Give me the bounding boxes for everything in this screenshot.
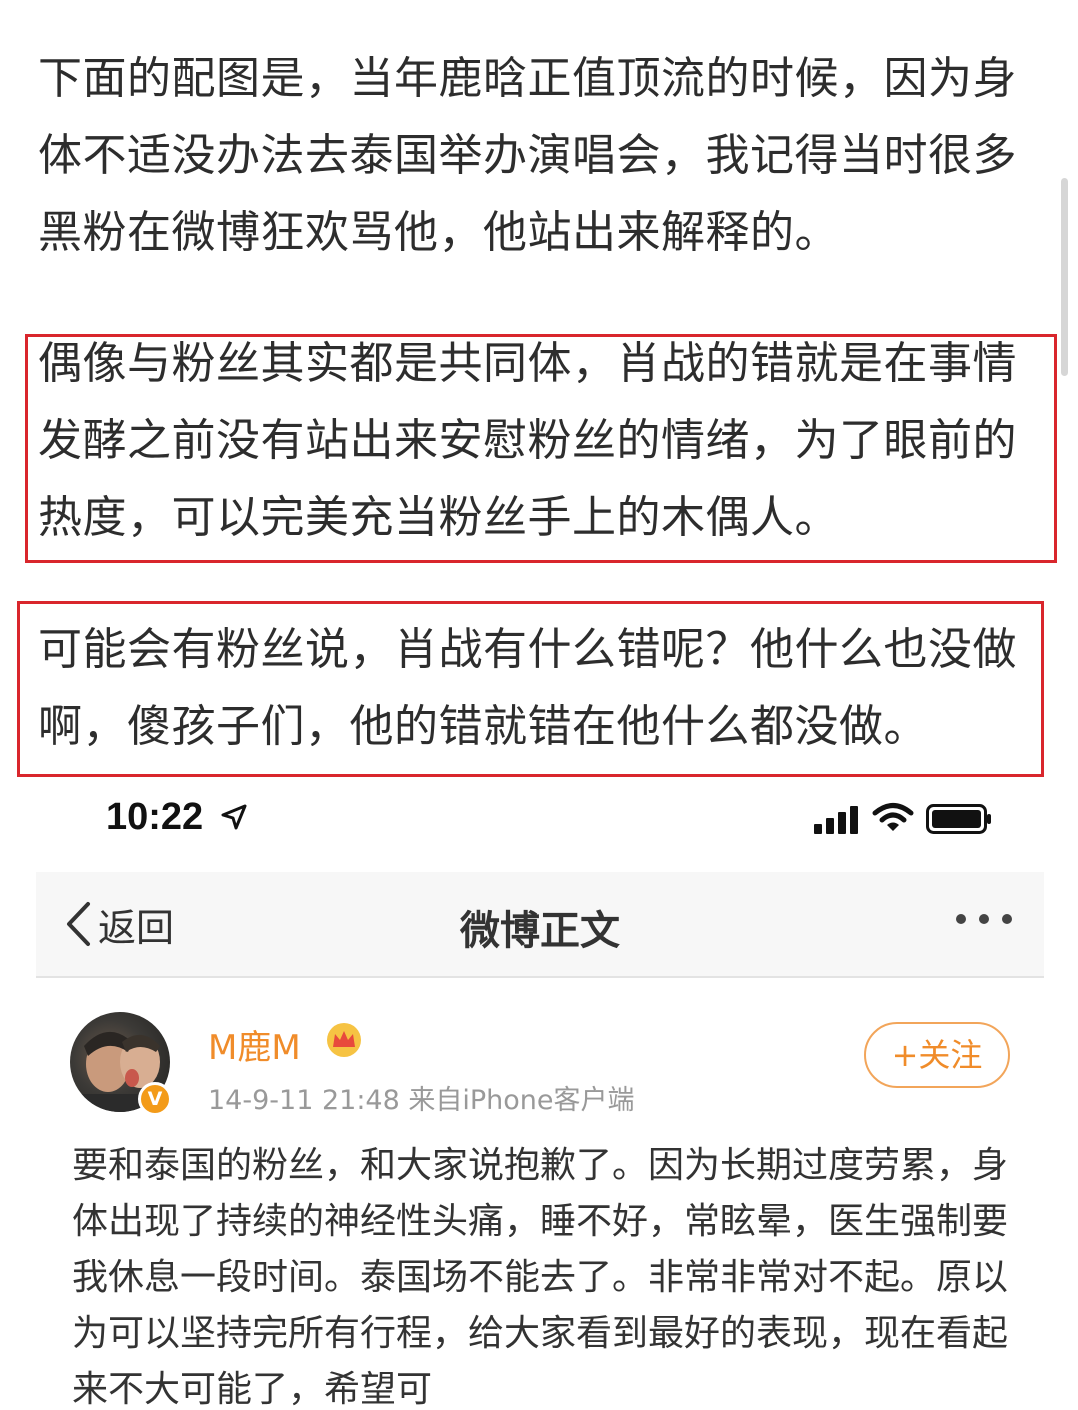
nav-bar: 返回 微博正文 [36,872,1044,978]
highlighted-paragraph-2: 可能会有粉丝说，肖战有什么错呢？他什么也没做啊，傻孩子们，他的错就错在他什么都没… [38,624,1017,752]
follow-button[interactable]: +关注 [864,1022,1010,1088]
highlighted-paragraph-1: 偶像与粉丝其实都是共同体，肖战的错就是在事情发酵之前没有站出来安慰粉丝的情绪，为… [38,338,1017,543]
verified-badge: V [138,1082,172,1116]
post-body: 要和泰国的粉丝，和大家说抱歉了。因为长期过度劳累，身体出现了持续的神经性头痛，睡… [72,1145,1009,1410]
post-meta: 14-9-11 21:48 来自iPhone客户端 [208,1085,635,1116]
crown-icon [327,1023,361,1057]
intro-paragraph: 下面的配图是，当年鹿晗正值顶流的时候，因为身体不适没办法去泰国举办演唱会，我记得… [38,53,1017,258]
scrollbar[interactable] [1061,178,1068,376]
weibo-screenshot: 10:22 返回 微博正文 V M鹿M 14-9-11 21:48 来自iPho… [36,788,1044,1410]
status-time: 10:22 [106,796,204,838]
status-bar: 10:22 [36,788,1044,858]
location-arrow-icon [221,804,247,830]
username[interactable]: M鹿M [208,1020,301,1069]
wifi-icon [872,803,914,831]
battery-icon [926,804,991,834]
post-header: V M鹿M 14-9-11 21:48 来自iPhone客户端 +关注 [36,998,1044,1118]
more-dots-icon[interactable] [954,912,1014,926]
signal-icon [814,806,858,834]
page-title: 微博正文 [460,908,620,954]
